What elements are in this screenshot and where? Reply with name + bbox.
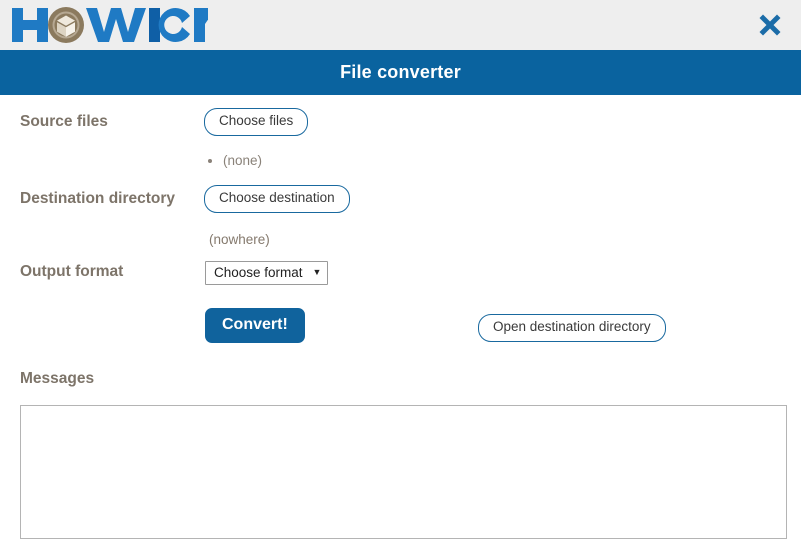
choose-destination-button[interactable]: Choose destination [204,185,350,213]
destination-value: (nowhere) [209,232,270,247]
output-format-select[interactable]: Choose format ▼ [205,261,329,285]
close-window-button[interactable] [753,8,787,42]
messages-textarea[interactable] [20,405,787,539]
howick-logo [8,1,208,49]
list-item: (none) [223,152,262,170]
page-title: File converter [340,62,461,82]
choose-files-button[interactable]: Choose files [204,108,309,136]
selected-files-list: (none) [205,152,262,170]
converter-form: Source files Choose files (none) Destina… [0,95,801,545]
open-destination-directory-button[interactable]: Open destination directory [478,314,666,342]
brand-bar [0,0,801,50]
output-format-selected-value: Choose format [214,265,303,280]
destination-directory-label: Destination directory [20,190,176,207]
close-x-icon [759,14,781,36]
window-title-bar: File converter [0,50,801,95]
chevron-down-icon: ▼ [312,267,322,277]
source-files-label: Source files [20,113,108,130]
messages-label: Messages [20,370,95,387]
howick-logo-svg [12,7,208,43]
convert-button[interactable]: Convert! [205,308,305,343]
output-format-label: Output format [20,263,124,280]
